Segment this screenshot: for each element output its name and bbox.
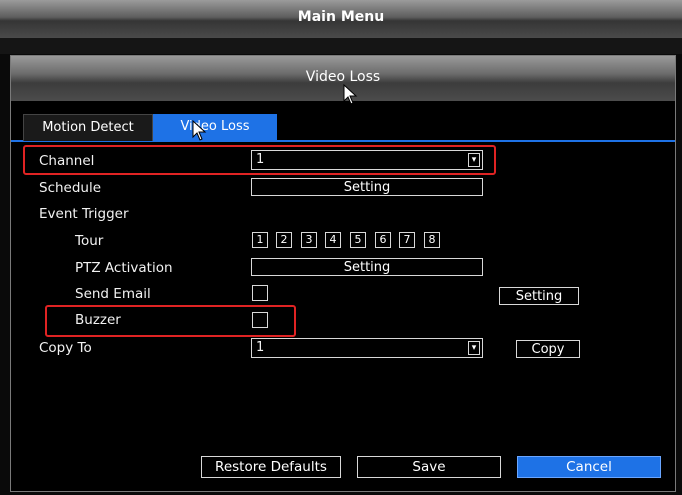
- mouse-pointer-icon: [343, 84, 358, 105]
- tour-option-4[interactable]: 4: [325, 232, 341, 248]
- main-titlebar: Main Menu: [0, 0, 682, 39]
- copy-to-label: Copy To: [39, 340, 92, 356]
- copy-to-value: 1: [256, 340, 265, 355]
- dropdown-arrow-icon: ▾: [468, 153, 480, 167]
- buzzer-checkbox[interactable]: [252, 312, 268, 328]
- channel-label: Channel: [39, 153, 95, 169]
- send-email-label: Send Email: [75, 286, 151, 302]
- dropdown-arrow-icon: ▾: [468, 341, 480, 355]
- tour-option-5[interactable]: 5: [350, 232, 366, 248]
- tour-option-1[interactable]: 1: [252, 232, 268, 248]
- event-trigger-label: Event Trigger: [39, 206, 129, 222]
- tab-strip: Motion Detect Video Loss: [11, 114, 675, 142]
- video-loss-dialog: Video Loss Motion Detect Video Loss Chan…: [10, 55, 676, 492]
- restore-defaults-button[interactable]: Restore Defaults: [201, 456, 341, 478]
- tour-option-8[interactable]: 8: [424, 232, 440, 248]
- main-title: Main Menu: [297, 9, 385, 25]
- mouse-pointer-icon: [192, 120, 207, 141]
- copy-to-dropdown[interactable]: 1 ▾: [251, 338, 483, 358]
- tour-option-2[interactable]: 2: [276, 232, 292, 248]
- ptz-setting-button[interactable]: Setting: [251, 258, 483, 276]
- channel-dropdown[interactable]: 1 ▾: [251, 150, 483, 170]
- save-button[interactable]: Save: [357, 456, 501, 478]
- tour-option-3[interactable]: 3: [301, 232, 317, 248]
- schedule-setting-button[interactable]: Setting: [251, 178, 483, 196]
- send-email-checkbox[interactable]: [252, 285, 268, 301]
- schedule-label: Schedule: [39, 180, 102, 196]
- buzzer-label: Buzzer: [75, 312, 121, 328]
- dialog-title: Video Loss: [305, 69, 381, 85]
- copy-button[interactable]: Copy: [516, 340, 580, 358]
- channel-value: 1: [256, 152, 265, 167]
- send-email-setting-button[interactable]: Setting: [499, 287, 579, 305]
- tour-option-7[interactable]: 7: [399, 232, 415, 248]
- tour-option-6[interactable]: 6: [375, 232, 391, 248]
- tab-video-loss[interactable]: Video Loss: [153, 114, 277, 140]
- tab-motion-detect[interactable]: Motion Detect: [23, 114, 153, 141]
- cancel-button[interactable]: Cancel: [517, 456, 661, 478]
- frame-strip: [0, 38, 682, 54]
- ptz-activation-label: PTZ Activation: [75, 260, 173, 276]
- tour-label: Tour: [75, 233, 104, 249]
